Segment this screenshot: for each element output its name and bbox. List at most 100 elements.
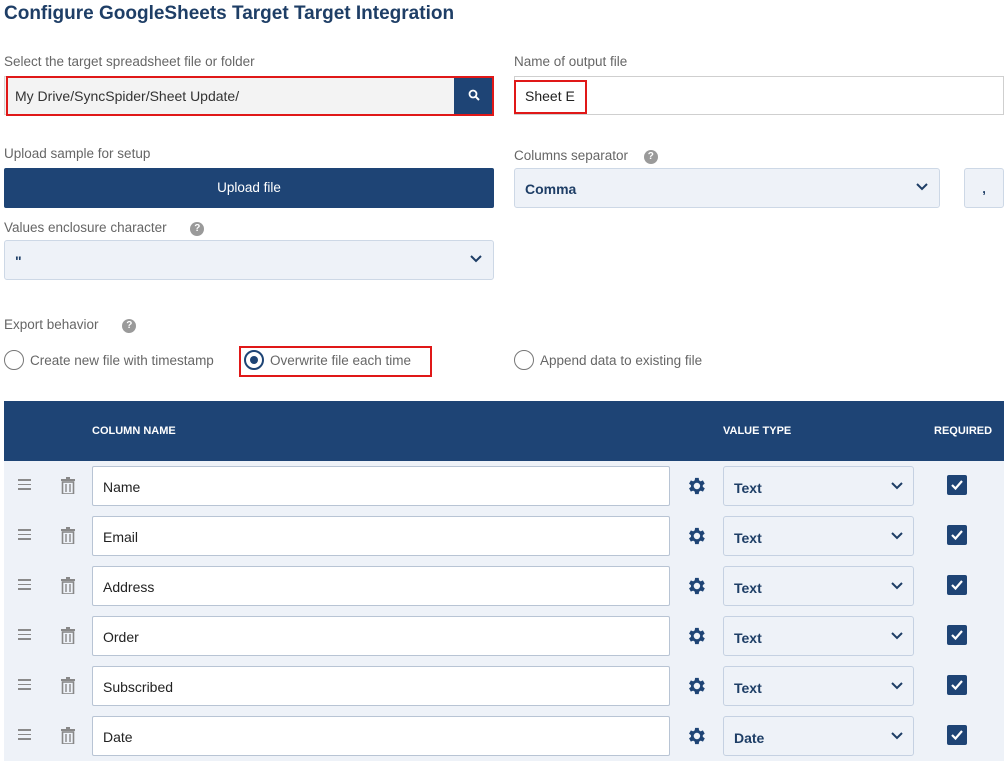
value-type-value: Text	[734, 530, 762, 546]
table-row: Email Text	[4, 511, 1004, 561]
column-name-input[interactable]: Subscribed	[92, 666, 670, 706]
required-checkbox[interactable]	[947, 675, 967, 695]
chevron-down-icon	[470, 255, 482, 263]
table-row: Date Date	[4, 711, 1004, 761]
chevron-down-icon	[891, 732, 903, 740]
trash-icon[interactable]	[61, 627, 75, 644]
checkmark-icon	[951, 530, 963, 541]
gear-icon[interactable]	[685, 675, 707, 697]
checkmark-icon	[951, 480, 963, 491]
checkmark-icon	[951, 630, 963, 641]
column-name-value: Order	[103, 629, 139, 645]
columns-table-body: Name Text Email Text Address Text Order …	[4, 461, 1004, 761]
required-checkbox[interactable]	[947, 475, 967, 495]
chevron-down-icon	[891, 632, 903, 640]
help-icon[interactable]: ?	[643, 150, 658, 164]
trash-icon[interactable]	[61, 727, 75, 744]
trash-icon[interactable]	[61, 677, 75, 694]
output-file-input[interactable]: Sheet E	[514, 76, 1004, 115]
column-name-input[interactable]: Date	[92, 716, 670, 756]
value-type-select[interactable]: Date	[723, 716, 914, 756]
column-name-input[interactable]: Order	[92, 616, 670, 656]
checkmark-icon	[951, 580, 963, 591]
column-name-value: Name	[103, 479, 141, 495]
help-icon[interactable]: ?	[190, 222, 205, 236]
separator-label: Columns separator	[514, 148, 629, 163]
required-checkbox[interactable]	[947, 725, 967, 745]
page-title: Configure GoogleSheets Target Target Int…	[4, 3, 455, 24]
column-name-input[interactable]: Name	[92, 466, 670, 506]
value-type-value: Date	[734, 730, 765, 746]
gear-icon[interactable]	[685, 725, 707, 747]
header-required: REQUIRED	[934, 425, 993, 437]
export-behavior-label: Export behavior	[4, 317, 99, 332]
radio-append-data[interactable]: Append data to existing file	[514, 350, 702, 370]
drag-handle-icon[interactable]	[18, 729, 31, 743]
drag-handle-icon[interactable]	[18, 579, 31, 593]
separator-select[interactable]: Comma	[514, 168, 940, 208]
trash-icon[interactable]	[61, 527, 75, 544]
radio-label: Create new file with timestamp	[30, 352, 214, 368]
trash-icon[interactable]	[61, 577, 75, 594]
separator-label-row: Columns separator ?	[514, 148, 658, 164]
value-type-select[interactable]: Text	[723, 666, 914, 706]
export-behavior-options: Create new file with timestamp Overwrite…	[0, 350, 1004, 372]
value-type-value: Text	[734, 680, 762, 696]
gear-icon[interactable]	[685, 475, 707, 497]
column-name-value: Date	[103, 729, 133, 745]
enclosure-label: Values enclosure character	[4, 220, 167, 235]
columns-table-header: COLUMN NAME VALUE TYPE REQUIRED	[4, 401, 1004, 461]
gear-icon[interactable]	[685, 625, 707, 647]
upload-file-button[interactable]: Upload file	[4, 168, 494, 208]
value-type-select[interactable]: Text	[723, 516, 914, 556]
value-type-value: Text	[734, 480, 762, 496]
value-type-value: Text	[734, 630, 762, 646]
target-file-label: Select the target spreadsheet file or fo…	[4, 54, 255, 69]
help-icon[interactable]: ?	[122, 319, 137, 333]
drag-handle-icon[interactable]	[18, 479, 31, 493]
drag-handle-icon[interactable]	[18, 679, 31, 693]
chevron-down-icon	[891, 532, 903, 540]
table-row: Address Text	[4, 561, 1004, 611]
highlight-target-path	[6, 76, 494, 116]
chevron-down-icon	[891, 682, 903, 690]
upload-label: Upload sample for setup	[4, 146, 151, 161]
column-name-input[interactable]: Email	[92, 516, 670, 556]
radio-circle	[514, 350, 534, 370]
output-file-label: Name of output file	[514, 54, 628, 69]
column-name-value: Subscribed	[103, 679, 174, 695]
required-checkbox[interactable]	[947, 525, 967, 545]
value-type-value: Text	[734, 580, 762, 596]
value-type-select[interactable]: Text	[723, 466, 914, 506]
separator-value: Comma	[525, 181, 577, 197]
separator-preview: ,	[964, 168, 1004, 208]
highlight-output-name	[514, 80, 587, 114]
export-behavior-label-row: Export behavior ?	[4, 317, 137, 333]
table-row: Subscribed Text	[4, 661, 1004, 711]
enclosure-select[interactable]: "	[4, 240, 494, 280]
value-type-select[interactable]: Text	[723, 566, 914, 606]
chevron-down-icon	[916, 183, 928, 191]
column-name-value: Email	[103, 529, 139, 545]
radio-label: Append data to existing file	[540, 352, 703, 368]
table-row: Name Text	[4, 461, 1004, 511]
drag-handle-icon[interactable]	[18, 529, 31, 543]
drag-handle-icon[interactable]	[18, 629, 31, 643]
radio-create-new-file[interactable]: Create new file with timestamp	[4, 350, 214, 370]
gear-icon[interactable]	[685, 575, 707, 597]
checkmark-icon	[951, 730, 963, 741]
highlight-overwrite-option	[239, 346, 432, 377]
header-column-name: COLUMN NAME	[92, 425, 176, 437]
chevron-down-icon	[891, 582, 903, 590]
chevron-down-icon	[891, 482, 903, 490]
required-checkbox[interactable]	[947, 625, 967, 645]
column-name-input[interactable]: Address	[92, 566, 670, 606]
checkmark-icon	[951, 680, 963, 691]
required-checkbox[interactable]	[947, 575, 967, 595]
radio-circle	[4, 350, 24, 370]
value-type-select[interactable]: Text	[723, 616, 914, 656]
trash-icon[interactable]	[61, 477, 75, 494]
column-name-value: Address	[103, 579, 155, 595]
gear-icon[interactable]	[685, 525, 707, 547]
header-value-type: VALUE TYPE	[723, 425, 792, 437]
